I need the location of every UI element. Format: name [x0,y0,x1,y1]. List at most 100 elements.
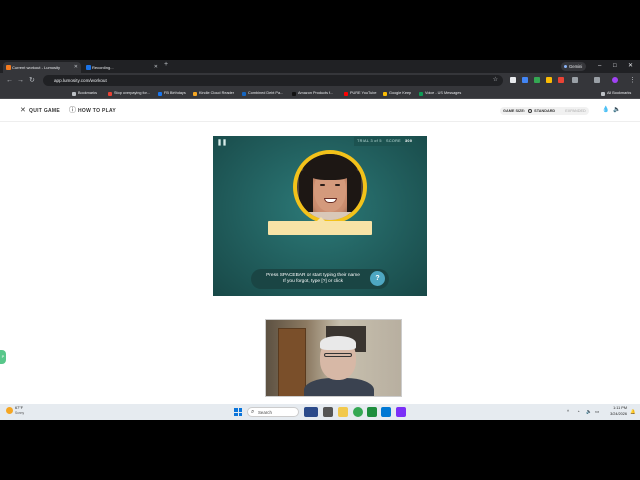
bookmark-item[interactable]: Voice - US Messages [419,88,461,99]
brightness-icon[interactable]: 💧 [602,106,609,115]
browser-toolbar: ← → ↻ app.lumosity.com/workout ☆ ⋮ [0,73,640,88]
bookmark-item[interactable]: Stop overpaying for... [108,88,150,99]
close-icon: ✕ [20,107,27,114]
task-view-icon[interactable] [323,407,333,417]
chrome-icon[interactable] [353,407,363,417]
forward-button[interactable]: → [17,76,24,85]
all-bookmarks[interactable]: All Bookmarks [601,88,631,99]
taskbar-app-icon[interactable] [304,407,318,417]
help-circle-icon: ⓘ [69,107,77,114]
network-icon[interactable]: ◔ [577,404,580,420]
name-input[interactable] [268,221,372,235]
extension-icon[interactable] [510,77,516,83]
new-tab-button[interactable]: + [164,61,168,68]
recording-favicon-icon [86,65,91,70]
google-voice-icon [419,91,423,96]
kindle-icon [193,91,197,96]
lumosity-favicon-icon [6,65,11,70]
downloads-icon[interactable] [594,77,600,83]
google-keep-icon [383,91,387,96]
sound-icon[interactable]: 🔈 [613,106,620,115]
bookmark-favicon-icon [108,91,112,96]
system-clock[interactable]: 1:11 PM 3/24/2026 [603,406,627,417]
back-button[interactable]: ← [6,76,13,85]
game-panel[interactable]: ❚❚ TRIAL 3 of 5 SCORE 300 Press SPACEBAR … [213,136,427,296]
standard-option[interactable]: STANDARD [534,109,555,113]
address-bar[interactable]: app.lumosity.com/workout ☆ [43,75,503,86]
tray-chevron-icon[interactable]: ^ [567,404,569,420]
extension-icon[interactable] [558,77,564,83]
extension-icon[interactable] [534,77,540,83]
facebook-icon [158,91,162,96]
screen: Current workout - Lumosity ✕ Recording..… [0,60,640,420]
windows-start-icon[interactable] [234,408,242,416]
battery-icon[interactable]: ▭ [595,404,599,420]
face-photo [297,154,363,220]
instruction-line-2: If you forgot, type [?] or click [283,279,343,284]
side-feedback-tab[interactable]: P [0,350,6,364]
bookmark-item[interactable]: Bookmarks [72,88,97,99]
bookmark-item[interactable]: Amazon Products f... [292,88,333,99]
face-portrait-frame [293,150,367,224]
tab-label: Recording... [92,65,114,70]
reload-button[interactable]: ↻ [29,76,35,85]
gemini-button[interactable]: Gemini [561,62,587,71]
score-value: 300 [405,139,413,143]
extensions-puzzle-icon[interactable] [572,77,578,83]
weather-widget[interactable]: 67°F Sunny [6,406,24,416]
tab-recording[interactable]: Recording... ✕ [83,62,161,73]
bookmark-item[interactable]: Combined Debt Pa... [242,88,283,99]
help-button[interactable]: ? [370,271,385,286]
quit-game-label: QUIT GAME [29,108,61,114]
trial-value: 3 of 5 [370,139,382,143]
tab-lumosity[interactable]: Current workout - Lumosity ✕ [3,62,81,73]
taskbar-app-icon[interactable] [367,407,377,417]
volume-icon[interactable]: 🔈 [586,404,592,420]
windows-taskbar: 67°F Sunny Search ^ ◔ 🔈 ▭ 1:11 PM 3/24/2… [0,404,640,420]
weather-desc: Sunny [15,411,25,415]
sun-icon [6,407,13,414]
extension-icon[interactable] [522,77,528,83]
close-tab-icon[interactable]: ✕ [74,62,78,73]
file-explorer-icon[interactable] [338,407,348,417]
minimize-button[interactable]: – [598,60,601,73]
how-to-play-button[interactable]: ⓘ HOW TO PLAY [69,106,116,116]
profile-avatar[interactable] [612,77,618,83]
bookmark-item[interactable]: FB Birthdays [158,88,186,99]
game-size-label: GAME SIZE: [503,109,526,113]
webcam-overlay [265,319,402,397]
trial-counter: TRIAL 3 of 5 [354,137,385,146]
taskbar-app-icon[interactable] [396,407,406,417]
bookmark-folder-icon [601,91,605,96]
bookmark-favicon-icon [242,91,246,96]
how-to-play-label: HOW TO PLAY [78,108,117,114]
extension-icon[interactable] [546,77,552,83]
menu-kebab-icon[interactable]: ⋮ [629,76,636,85]
amazon-icon [292,91,296,96]
expanded-option[interactable]: EXPANDED [565,109,586,113]
url-text: app.lumosity.com/workout [54,78,107,83]
close-tab-icon[interactable]: ✕ [154,62,158,73]
quit-game-button[interactable]: ✕ QUIT GAME [20,106,60,116]
lumosity-header: ✕ QUIT GAME ⓘ HOW TO PLAY GAME SIZE: STANDA… [0,100,640,122]
radio-standard-icon[interactable] [528,109,533,113]
instruction-pill: Press SPACEBAR or start typing their nam… [251,269,389,289]
bookmark-star-icon[interactable]: ☆ [493,75,498,86]
bookmark-item[interactable]: Kindle Cloud Reader [193,88,234,99]
taskbar-search[interactable]: Search [247,407,299,417]
trial-label: TRIAL [357,139,370,143]
game-size-toggle[interactable]: GAME SIZE: STANDARD EXPANDED [500,107,589,115]
bookmark-item[interactable]: Google Keep [383,88,411,99]
close-window-button[interactable]: ✕ [628,60,633,73]
clock-date: 3/24/2026 [610,411,627,416]
pause-icon[interactable]: ❚❚ [217,139,227,146]
bookmarks-bar: Bookmarks Stop overpaying for... FB Birt… [0,88,640,99]
notification-bell-icon[interactable]: 🔔 [630,404,636,420]
score-label: SCORE [386,139,402,143]
tab-label: Current workout - Lumosity [12,65,61,70]
bookmark-item[interactable]: PURE YouTube [344,88,376,99]
bookmark-folder-icon [72,91,76,96]
youtube-icon [344,91,348,96]
taskbar-app-icon[interactable] [381,407,391,417]
maximize-button[interactable]: □ [613,60,617,73]
